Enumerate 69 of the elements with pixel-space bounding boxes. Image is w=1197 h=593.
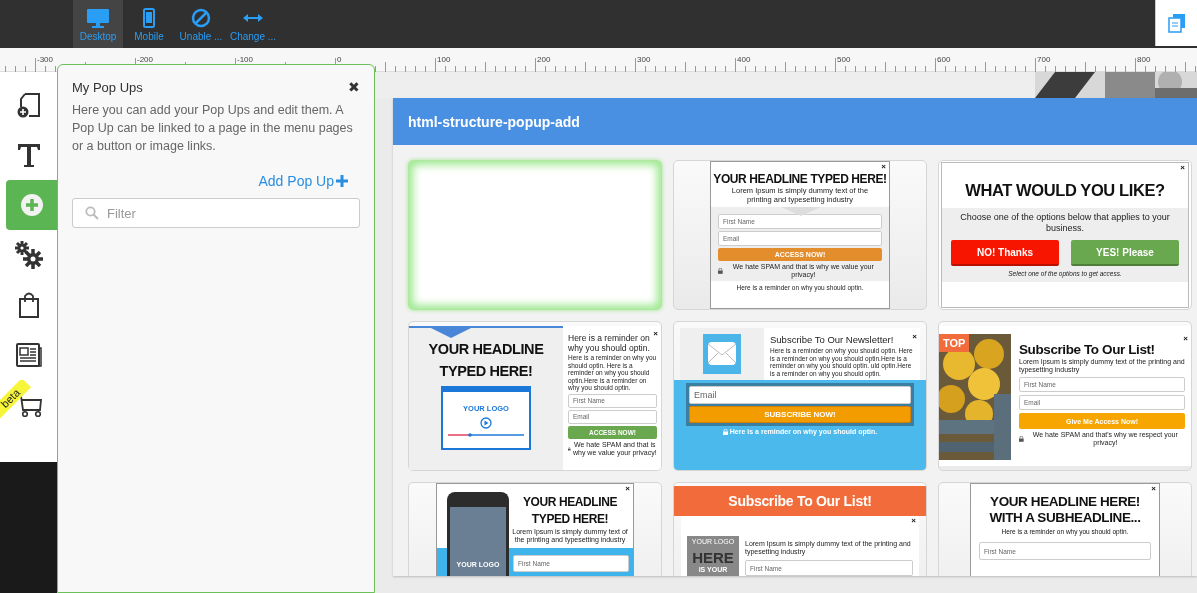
- heading: Subscribe To Our Newsletter!: [770, 334, 895, 345]
- panel-title: My Pop Ups: [72, 79, 143, 95]
- heading: Here is a reminder on why you should optin.: [568, 333, 651, 353]
- ruler-label: -300: [37, 55, 53, 64]
- close-icon: ×: [881, 162, 886, 171]
- input-field: Email: [689, 386, 911, 404]
- headline: WHAT WOULD YOU LIKE?: [965, 180, 1165, 201]
- body-text: Choose one of the options below that applies to your business.: [959, 211, 1171, 234]
- ruler-label: 100: [437, 55, 451, 64]
- close-icon: ×: [653, 329, 658, 338]
- envelope-icon: [703, 334, 741, 374]
- ruler-label: 800: [1137, 55, 1151, 64]
- plus-icon: [336, 175, 348, 187]
- lock-icon: [722, 429, 728, 435]
- headline: Subscribe To Our List!: [1019, 342, 1155, 358]
- headline: YOUR HEADLINE HERE! WITH A SUBHEADLINE...: [988, 494, 1142, 526]
- pointer-drawing: [431, 328, 471, 338]
- lock-icon: [568, 445, 571, 452]
- view-mode-tab[interactable]: Change ...: [227, 0, 279, 48]
- shopping-bag-icon: [17, 291, 40, 319]
- ban-icon: [191, 8, 211, 28]
- dialog-title: html-structure-popup-add: [408, 113, 580, 130]
- plus-circle-icon: [19, 193, 44, 217]
- close-icon: ×: [1151, 484, 1156, 493]
- view-mode-tab[interactable]: Unable ...: [175, 0, 227, 48]
- ruler-label: 500: [837, 55, 851, 64]
- panel-description: Here you can add your Pop Ups and edit them. A Pop Up can be linked to a page in the menu pages or a button or image links.: [72, 102, 354, 155]
- template-card[interactable]: [673, 160, 927, 310]
- copy-icon: [1167, 13, 1186, 33]
- headline: YOUR HEADLINE TYPED HERE!: [713, 172, 887, 186]
- gears-icon: [13, 240, 44, 270]
- phone-icon: [143, 8, 155, 28]
- pages-button[interactable]: [1155, 0, 1197, 46]
- ruler-label: -100: [237, 55, 253, 64]
- view-mode-tab[interactable]: Mobile: [123, 0, 175, 48]
- ruler-label: 0: [337, 55, 342, 64]
- close-icon: ×: [1183, 334, 1188, 343]
- filter-field[interactable]: Filter: [72, 198, 360, 228]
- text-icon: [15, 141, 42, 169]
- monitor-icon: [86, 8, 110, 28]
- headline: YOUR HEADLINE TYPED HERE!: [427, 340, 545, 381]
- ruler-label: 400: [737, 55, 751, 64]
- pointer-drawing: [781, 207, 821, 216]
- newspaper-icon: [14, 342, 43, 368]
- ruler-label: -200: [137, 55, 153, 64]
- search-icon: [85, 206, 99, 220]
- image-caption: HERE: [692, 549, 734, 566]
- close-icon: ×: [912, 332, 917, 341]
- sidebar-item[interactable]: beta: [0, 380, 57, 430]
- play-icon: [480, 416, 492, 429]
- lock-icon: [1019, 436, 1024, 442]
- beta-ribbon: beta: [0, 380, 32, 420]
- ruler-label: 600: [937, 55, 951, 64]
- template-card[interactable]: [673, 321, 927, 471]
- template-card[interactable]: [408, 321, 662, 471]
- ruler-label: 300: [637, 55, 651, 64]
- ruler-label: 700: [1037, 55, 1051, 64]
- close-button[interactable]: ✖: [348, 79, 360, 95]
- close-icon: ×: [911, 516, 916, 525]
- choice-button: YES! Please: [1071, 240, 1179, 266]
- ruler-label: 200: [537, 55, 551, 64]
- ribbon-label: TOP: [939, 334, 970, 352]
- close-icon: ×: [625, 484, 630, 493]
- lock-icon: [718, 268, 723, 274]
- banner: Subscribe To Our List!: [674, 486, 926, 516]
- headline: YOUR HEADLINE TYPED HERE!: [521, 494, 619, 528]
- close-icon: ×: [1180, 163, 1185, 172]
- choice-button: NO! Thanks: [951, 240, 1059, 266]
- cta-button: SUBSCRIBE NOW!: [689, 406, 911, 423]
